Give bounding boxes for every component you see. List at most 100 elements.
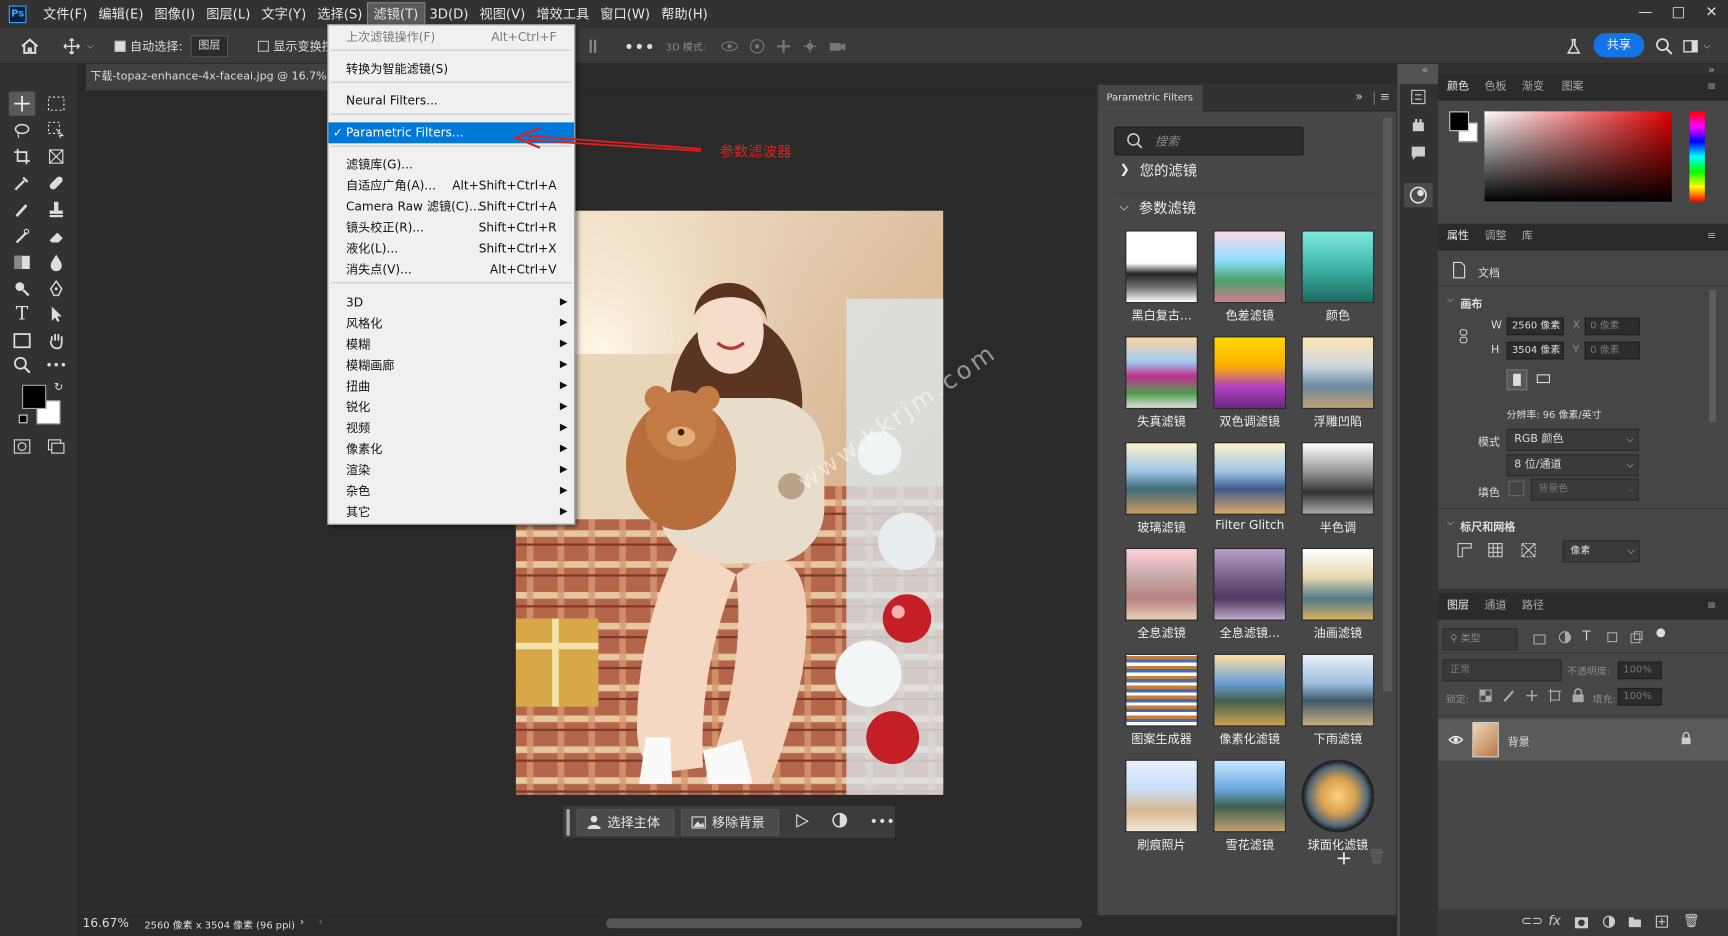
chevron-down-icon[interactable]: ⌵: [1120, 199, 1129, 214]
rectangle-tool-icon[interactable]: [9, 329, 35, 353]
3d-pan-icon[interactable]: [775, 35, 793, 57]
menu-item[interactable]: 窗口(W): [595, 3, 656, 25]
filter-thumbnail[interactable]: [1125, 759, 1198, 833]
filter-menu-item[interactable]: Neural Filters...: [328, 90, 574, 111]
quick-mask-icon[interactable]: [9, 434, 35, 458]
zoom-tool-icon[interactable]: [9, 353, 35, 377]
adjustment-layer-icon[interactable]: [1602, 915, 1616, 932]
tab-layers[interactable]: 图层: [1447, 593, 1469, 619]
layer-row[interactable]: 背景: [1438, 718, 1728, 761]
filter-thumbnail[interactable]: [1301, 653, 1375, 727]
menu-item[interactable]: 增效工具: [531, 3, 595, 25]
height-field[interactable]: 3504 像素: [1506, 341, 1564, 360]
tab-color[interactable]: 颜色: [1447, 74, 1469, 100]
object-select-tool-icon[interactable]: [43, 118, 69, 142]
hand-tool-icon[interactable]: [43, 329, 69, 353]
filter-toggle-icon[interactable]: [1656, 628, 1666, 638]
distribute-icon[interactable]: [586, 35, 599, 57]
filter-thumbnail[interactable]: [1301, 547, 1375, 621]
menu-item[interactable]: 3D(D): [424, 3, 474, 25]
filter-thumbnail[interactable]: [1213, 653, 1287, 727]
chevron-right-icon[interactable]: ›: [300, 916, 304, 928]
parametric-filters-section[interactable]: ⌵ 参数滤镜: [1120, 196, 1196, 217]
select-subject-button[interactable]: 选择主体: [576, 808, 675, 836]
filter-menu-item[interactable]: 消失点(V)... Alt+Ctrl+V: [328, 259, 574, 280]
chevron-right-icon[interactable]: ❯: [1120, 162, 1130, 176]
landscape-orientation-icon[interactable]: [1534, 369, 1555, 390]
filter-thumbnail[interactable]: [1213, 230, 1287, 304]
tab-properties[interactable]: 属性: [1447, 224, 1469, 250]
close-button[interactable]: ✕: [1695, 0, 1728, 24]
fill-select[interactable]: 背景色 ⌵: [1530, 478, 1639, 501]
panel-menu-icon[interactable]: ≡: [1707, 224, 1716, 250]
pen-tool-icon[interactable]: [43, 277, 69, 301]
filter-thumbnail[interactable]: [1125, 230, 1198, 304]
document-tab[interactable]: 下载-topaz-enhance-4x-faceai.jpg @ 16.7%(R…: [85, 63, 333, 91]
ruler-icon[interactable]: [1456, 541, 1474, 562]
gradient-tool-icon[interactable]: [9, 250, 35, 274]
filter-menu-item[interactable]: 模糊画廊 ▶: [328, 355, 574, 376]
vertical-scrollbar[interactable]: [1383, 117, 1392, 692]
menu-item[interactable]: 文件(F): [37, 3, 92, 25]
filter-menu-item[interactable]: 3D ▶: [328, 292, 574, 313]
eraser-tool-icon[interactable]: [43, 224, 69, 248]
search-icon[interactable]: [1655, 35, 1673, 57]
tab-paths[interactable]: 路径: [1522, 593, 1544, 619]
chevron-down-icon[interactable]: ⌵: [1447, 517, 1454, 528]
share-button[interactable]: 共享: [1593, 33, 1645, 58]
collapse-left-icon[interactable]: «: [1422, 64, 1429, 76]
filter-thumbnail[interactable]: [1213, 759, 1287, 833]
eyedropper-tool-icon[interactable]: [9, 171, 35, 195]
filter-thumbnail[interactable]: [1301, 336, 1375, 410]
3d-camera-icon[interactable]: [828, 35, 848, 57]
lock-transparent-icon[interactable]: [1479, 689, 1492, 706]
lasso-tool-icon[interactable]: [9, 118, 35, 142]
mode-select[interactable]: RGB 颜色 ⌵: [1506, 428, 1639, 451]
dodge-tool-icon[interactable]: [9, 277, 35, 301]
hue-slider[interactable]: [1689, 111, 1705, 202]
lock-artboard-icon[interactable]: [1548, 689, 1562, 706]
blur-tool-icon[interactable]: [43, 250, 69, 274]
fx-icon[interactable]: fx: [1548, 913, 1560, 928]
filter-menu-item[interactable]: 自适应广角(A)... Alt+Shift+Ctrl+A: [328, 175, 574, 196]
show-transform-checkbox[interactable]: 显示变换控: [257, 35, 334, 57]
filter-menu-item[interactable]: 视频 ▶: [328, 418, 574, 439]
folder-icon[interactable]: [1628, 915, 1642, 932]
remove-background-button[interactable]: 移除背景: [681, 808, 780, 836]
filter-thumbnail[interactable]: [1301, 230, 1375, 304]
tab-adjustments[interactable]: 调整: [1484, 224, 1506, 250]
crop-tool-icon[interactable]: [9, 144, 35, 168]
filter-thumbnail[interactable]: [1213, 442, 1287, 515]
menu-item[interactable]: 编辑(E): [93, 3, 149, 25]
comments-icon[interactable]: [1410, 144, 1428, 165]
filter-menu-item[interactable]: 渲染 ▶: [328, 460, 574, 481]
fill-opacity-field[interactable]: 100%: [1617, 687, 1662, 706]
filter-thumbnail[interactable]: [1125, 336, 1198, 410]
menu-item[interactable]: 图像(I): [149, 3, 201, 25]
filter-menu-item[interactable]: 锐化 ▶: [328, 397, 574, 418]
trash-icon[interactable]: 🗑: [1368, 849, 1386, 866]
more-icon[interactable]: •••: [870, 814, 895, 831]
screen-mode-icon[interactable]: [43, 434, 69, 458]
history-icon[interactable]: [1410, 88, 1428, 109]
auto-select-target-select[interactable]: 图层: [190, 35, 229, 58]
move-tool-icon[interactable]: ⌵: [63, 35, 94, 57]
guides-icon[interactable]: [1520, 541, 1538, 562]
eye-icon[interactable]: [1448, 733, 1464, 748]
lock-all-icon[interactable]: [1572, 688, 1585, 706]
layer-filter-type-icon[interactable]: T: [1583, 628, 1591, 643]
filter-menu-item[interactable]: 扭曲 ▶: [328, 376, 574, 397]
units-select[interactable]: 像素 ⌵: [1562, 540, 1640, 563]
type-tool-icon[interactable]: T: [9, 302, 35, 326]
fill-color-swatch[interactable]: [1508, 480, 1525, 497]
filter-menu-item[interactable]: 模糊 ▶: [328, 334, 574, 355]
tab-libraries[interactable]: 库: [1522, 224, 1533, 250]
more-options-icon[interactable]: •••: [624, 35, 655, 57]
filter-menu-item[interactable]: 风格化 ▶: [328, 313, 574, 334]
restore-button[interactable]: □: [1662, 0, 1695, 24]
filter-thumbnail[interactable]: [1125, 547, 1198, 621]
lock-position-icon[interactable]: [1525, 689, 1538, 706]
home-icon[interactable]: [20, 35, 40, 57]
menu-item[interactable]: 文字(Y): [256, 3, 312, 25]
link-icon[interactable]: [1458, 327, 1469, 348]
